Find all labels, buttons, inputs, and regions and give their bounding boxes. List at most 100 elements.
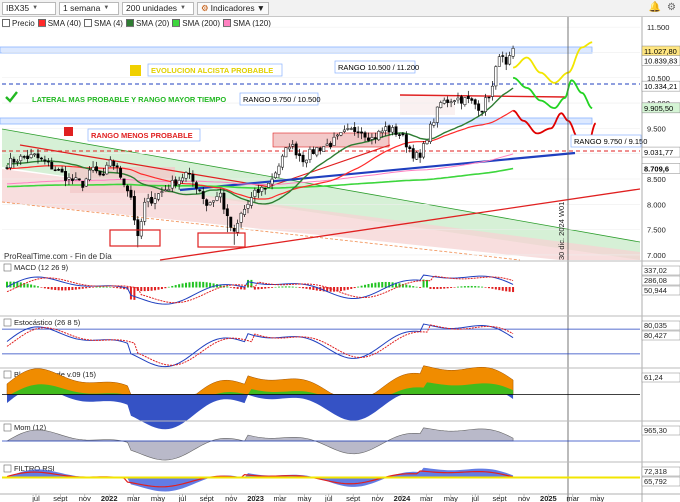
candle-body xyxy=(263,188,267,190)
panel-settings-icon xyxy=(3,423,12,432)
macd-hist-bar xyxy=(353,287,356,289)
candle-body xyxy=(435,106,439,123)
candle-body xyxy=(284,147,288,158)
candle-body xyxy=(363,132,367,138)
macd-hist-bar xyxy=(357,286,360,288)
macd-hist-bar xyxy=(143,287,146,292)
macd-hist-bar xyxy=(260,287,263,289)
macd-hist-bar xyxy=(47,287,50,290)
macd-hist-bar xyxy=(463,286,466,288)
panel-settings-icon xyxy=(3,370,12,379)
macd-hist-bar xyxy=(364,284,367,288)
macd-hist-bar xyxy=(195,281,198,288)
macd-hist-bar xyxy=(112,287,115,288)
timeframe-label: 1 semana xyxy=(63,3,101,13)
macd-hist-bar xyxy=(233,287,236,289)
macd-hist-bar xyxy=(150,287,153,291)
candle-body xyxy=(477,103,481,111)
candle-body xyxy=(12,158,16,163)
macd-hist-bar xyxy=(229,287,232,288)
chart-svg: 30 dic. 2024 W01 EVOLUCION ALCISTA PROBAB… xyxy=(0,17,680,502)
candle-body xyxy=(466,96,470,99)
candle-body xyxy=(115,165,119,168)
candle-body xyxy=(198,189,202,192)
koncorde-blue-area xyxy=(7,394,514,430)
price-tag-label: 10.334,21 xyxy=(644,82,677,91)
macd-hist-bar xyxy=(277,286,280,288)
x-tick-label: sept xyxy=(493,494,508,502)
cursor-date-label: 30 dic. 2024 W01 xyxy=(557,202,566,260)
macd-hist-bar xyxy=(191,281,194,288)
candle-body xyxy=(456,97,460,101)
candle-body xyxy=(174,179,178,186)
thumbs-down-icon xyxy=(64,127,73,136)
watermark: ProRealTime.com - Fin de Día xyxy=(4,252,112,261)
candle-body xyxy=(315,147,319,156)
macd-hist-bar xyxy=(456,286,459,288)
timeframe-select[interactable]: 1 semana ▼ xyxy=(59,1,119,15)
candle-body xyxy=(487,96,491,99)
macd-hist-bar xyxy=(419,287,422,288)
candle-body xyxy=(188,173,191,175)
candle-body xyxy=(404,134,408,148)
range-band-top xyxy=(0,46,593,54)
candle-body xyxy=(291,144,295,147)
macd-hist-bar xyxy=(295,286,298,288)
candle-body xyxy=(501,55,505,57)
macd-hist-bar xyxy=(188,282,191,288)
x-tick-label: may xyxy=(444,494,458,502)
macd-hist-bar xyxy=(498,287,501,291)
candle-body xyxy=(222,192,226,210)
x-tick-label: nov xyxy=(518,494,530,502)
main-background-layer xyxy=(0,26,641,261)
candle-body xyxy=(215,196,219,201)
indicators-button[interactable]: ⚙ Indicadores ▼ xyxy=(197,1,269,15)
candle-body xyxy=(81,181,85,188)
candle-body xyxy=(105,164,109,175)
macd-hist-bar xyxy=(12,281,15,288)
indicators-label: Indicadores xyxy=(210,3,255,13)
macd-hist-bar xyxy=(236,287,239,289)
candle-body xyxy=(26,155,30,160)
candle-body xyxy=(442,99,446,104)
macd-signal-line xyxy=(6,275,514,304)
macd-hist-bar xyxy=(477,286,480,288)
macd-hist-bar xyxy=(512,287,515,293)
units-select[interactable]: 200 unidades ▼ xyxy=(122,1,194,15)
x-tick-label: nov xyxy=(225,494,237,502)
bell-icon[interactable]: 🔔 xyxy=(649,2,661,13)
macd-hist-bar xyxy=(50,287,53,290)
candle-body xyxy=(308,148,312,160)
candle-body xyxy=(160,191,164,193)
macd-hist-bar xyxy=(281,286,284,288)
candle-body xyxy=(367,137,370,141)
candle-body xyxy=(84,178,88,187)
macd-hist-bar xyxy=(160,287,163,290)
candle-body xyxy=(43,159,47,162)
macd-hist-bar xyxy=(133,287,136,300)
candle-body xyxy=(232,228,236,232)
toolbar-right-tools: 🔔 ⚙ xyxy=(649,2,676,13)
x-tick-label: sept xyxy=(53,494,68,502)
candle-body xyxy=(470,98,474,101)
symbol-select[interactable]: IBX35 ▼ xyxy=(2,1,56,15)
candle-body xyxy=(143,201,147,222)
candle-body xyxy=(408,146,412,149)
macd-hist-bar xyxy=(491,287,494,289)
x-tick-label: nov xyxy=(372,494,384,502)
chart-window: IBX35 ▼ 1 semana ▼ 200 unidades ▼ ⚙ Indicad… xyxy=(0,0,680,502)
candle-body xyxy=(126,185,129,192)
candle-body xyxy=(36,153,40,159)
x-tick-label: may xyxy=(297,494,311,502)
panel-settings-icon xyxy=(3,464,12,473)
candle-body xyxy=(50,161,54,170)
candle-body xyxy=(480,110,484,113)
candle-body xyxy=(497,56,501,67)
macd-hist-bar xyxy=(436,287,439,290)
candle-body xyxy=(294,143,298,156)
macd-hist-bar xyxy=(147,287,150,292)
candle-body xyxy=(277,165,281,175)
macd-hist-bar xyxy=(167,286,170,288)
candle-body xyxy=(508,55,512,65)
gear-icon[interactable]: ⚙ xyxy=(667,2,676,13)
